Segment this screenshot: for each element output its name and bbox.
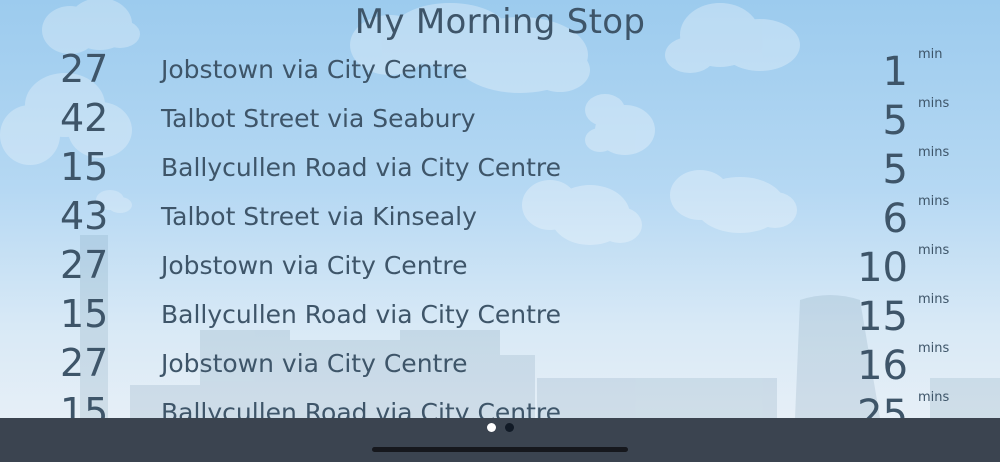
destination-label: Talbot Street via Kinsealy bbox=[161, 202, 477, 231]
due-unit: mins bbox=[918, 145, 950, 160]
page-indicator-dot[interactable] bbox=[505, 423, 514, 432]
list-item[interactable]: 15 Ballycullen Road via City Centre 15 m… bbox=[0, 290, 1000, 340]
destination-label: Ballycullen Road via City Centre bbox=[161, 300, 562, 329]
list-item[interactable]: 43 Talbot Street via Kinsealy 6 mins bbox=[0, 192, 1000, 242]
due-unit: mins bbox=[918, 194, 950, 209]
list-item[interactable]: 15 Ballycullen Road via City Centre 25 m… bbox=[0, 388, 1000, 418]
due-time: 16 bbox=[857, 343, 908, 389]
due-unit: min bbox=[918, 47, 943, 62]
list-item[interactable]: 15 Ballycullen Road via City Centre 5 mi… bbox=[0, 143, 1000, 193]
route-number: 42 bbox=[60, 96, 109, 140]
due-time: 1 bbox=[882, 49, 908, 95]
page-title: My Morning Stop bbox=[354, 2, 646, 42]
due-time: 25 bbox=[857, 392, 908, 418]
due-time: 5 bbox=[882, 98, 908, 144]
due-time: 15 bbox=[857, 294, 908, 340]
due-unit: mins bbox=[918, 243, 950, 258]
due-unit: mins bbox=[918, 390, 950, 405]
due-time: 10 bbox=[857, 245, 908, 291]
list-item[interactable]: 42 Talbot Street via Seabury 5 mins bbox=[0, 94, 1000, 144]
route-number: 15 bbox=[60, 390, 109, 418]
destination-label: Ballycullen Road via City Centre bbox=[161, 398, 562, 418]
route-number: 15 bbox=[60, 292, 109, 336]
destination-label: Talbot Street via Seabury bbox=[161, 104, 476, 133]
due-time: 5 bbox=[882, 147, 908, 193]
departures-list: 27 Jobstown via City Centre 1 min 42 Tal… bbox=[0, 45, 1000, 418]
bottom-bar bbox=[0, 418, 1000, 462]
route-number: 27 bbox=[60, 341, 109, 385]
home-indicator[interactable] bbox=[372, 447, 628, 452]
due-unit: mins bbox=[918, 341, 950, 356]
due-unit: mins bbox=[918, 292, 950, 307]
list-item[interactable]: 27 Jobstown via City Centre 10 mins bbox=[0, 241, 1000, 291]
page-indicator-dot-active[interactable] bbox=[487, 423, 496, 432]
route-number: 15 bbox=[60, 145, 109, 189]
route-number: 43 bbox=[60, 194, 109, 238]
route-number: 27 bbox=[60, 243, 109, 287]
route-number: 27 bbox=[60, 47, 109, 91]
list-item[interactable]: 27 Jobstown via City Centre 16 mins bbox=[0, 339, 1000, 389]
sky-background: My Morning Stop 27 Jobstown via City Cen… bbox=[0, 0, 1000, 418]
destination-label: Jobstown via City Centre bbox=[161, 349, 468, 378]
list-item[interactable]: 27 Jobstown via City Centre 1 min bbox=[0, 45, 1000, 95]
due-unit: mins bbox=[918, 96, 950, 111]
destination-label: Jobstown via City Centre bbox=[161, 55, 468, 84]
destination-label: Ballycullen Road via City Centre bbox=[161, 153, 562, 182]
due-time: 6 bbox=[882, 196, 908, 242]
destination-label: Jobstown via City Centre bbox=[161, 251, 468, 280]
